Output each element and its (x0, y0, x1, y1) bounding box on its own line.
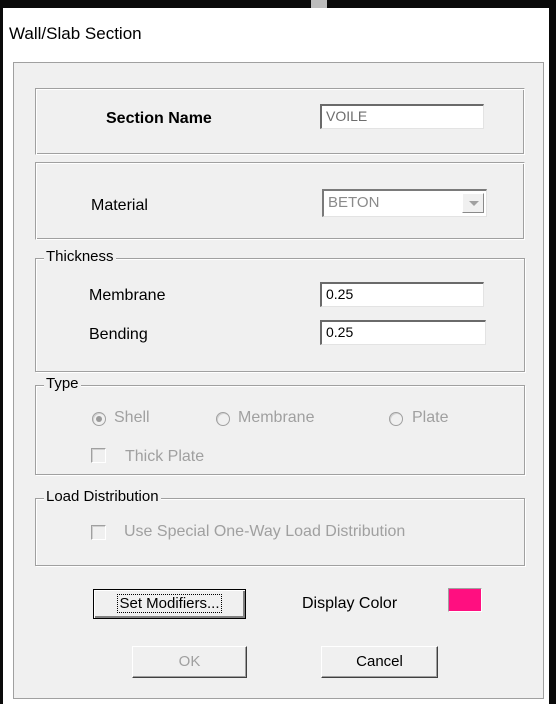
section-name-label: Section Name (106, 110, 212, 127)
membrane-label: Membrane (89, 287, 166, 304)
material-label: Material (91, 197, 148, 214)
membrane-radio-label: Membrane (238, 409, 315, 426)
type-legend: Type (44, 375, 81, 392)
membrane-radio[interactable] (216, 412, 230, 426)
thick-plate-label: Thick Plate (125, 448, 205, 465)
dialog-window: Wall/Slab Section Section Name VOILE Mat… (0, 0, 556, 704)
top-edge (0, 0, 556, 8)
ok-button[interactable]: OK (132, 646, 247, 678)
one-way-load-checkbox[interactable] (91, 525, 106, 540)
type-group: Type (35, 375, 525, 475)
membrane-thickness-input[interactable]: 0.25 (320, 282, 484, 307)
cancel-button[interactable]: Cancel (321, 646, 438, 678)
thick-plate-checkbox[interactable] (91, 448, 106, 463)
right-edge (549, 0, 556, 704)
display-color-swatch[interactable] (448, 588, 482, 612)
shell-radio-label: Shell (114, 409, 150, 426)
set-modifiers-label: Set Modifiers... (117, 594, 222, 613)
load-distribution-legend: Load Distribution (44, 488, 161, 505)
bending-label: Bending (89, 326, 148, 343)
set-modifiers-button[interactable]: Set Modifiers... (93, 589, 246, 619)
section-name-input[interactable]: VOILE (320, 104, 484, 129)
bending-thickness-input[interactable]: 0.25 (320, 320, 486, 345)
material-value: BETON (328, 194, 380, 211)
material-select[interactable]: BETON (322, 189, 487, 217)
plate-radio[interactable] (389, 412, 403, 426)
plate-radio-label: Plate (412, 409, 449, 426)
dialog-title: Wall/Slab Section (9, 24, 142, 43)
display-color-label: Display Color (302, 595, 398, 612)
shell-radio[interactable] (92, 412, 106, 426)
chevron-down-icon[interactable] (462, 193, 484, 213)
thickness-group: Thickness (35, 248, 525, 372)
one-way-load-label: Use Special One-Way Load Distribution (124, 523, 406, 540)
left-edge (0, 0, 3, 704)
top-notch (311, 0, 327, 8)
thickness-legend: Thickness (44, 248, 116, 265)
